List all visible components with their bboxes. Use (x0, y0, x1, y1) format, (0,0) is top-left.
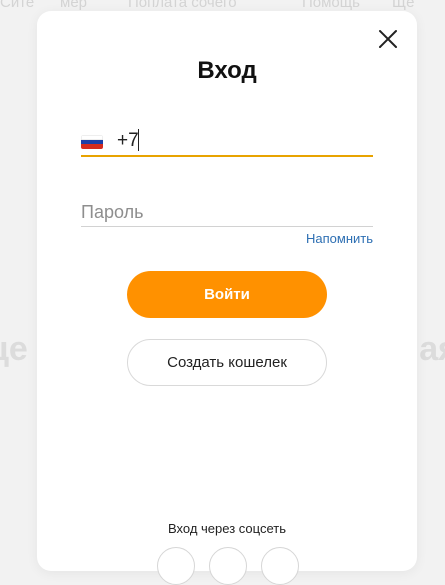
phone-input[interactable] (117, 129, 367, 153)
background-nav-item: мер (60, 0, 87, 11)
text-caret (138, 129, 139, 151)
background-nav-item: Помощь (302, 0, 360, 11)
background-heading-right: ая (419, 330, 445, 368)
login-button[interactable]: Войти (127, 271, 327, 318)
create-wallet-button[interactable]: Создать кошелек (127, 339, 327, 386)
background-nav-item: Поплата сочего (128, 0, 237, 11)
close-icon (379, 30, 397, 48)
background-heading-left: це (0, 330, 28, 368)
background-nav-item: Ще (392, 0, 415, 11)
login-modal: Вход Напомнить Войти Создать кошелек Вхо… (37, 11, 417, 585)
background-nav-item: Сите (0, 0, 35, 11)
password-input[interactable] (81, 200, 373, 224)
social-login-label: Вход через соцсеть (168, 521, 286, 536)
remind-password-link[interactable]: Напомнить (306, 231, 373, 246)
modal-title: Вход (197, 57, 257, 84)
social-login-button[interactable] (209, 547, 247, 585)
social-login-button[interactable] (261, 547, 299, 585)
password-field[interactable] (81, 200, 373, 227)
close-button[interactable] (377, 28, 399, 50)
russia-flag-icon[interactable] (81, 135, 103, 149)
social-login-button[interactable] (157, 547, 195, 585)
phone-field[interactable] (81, 129, 373, 157)
